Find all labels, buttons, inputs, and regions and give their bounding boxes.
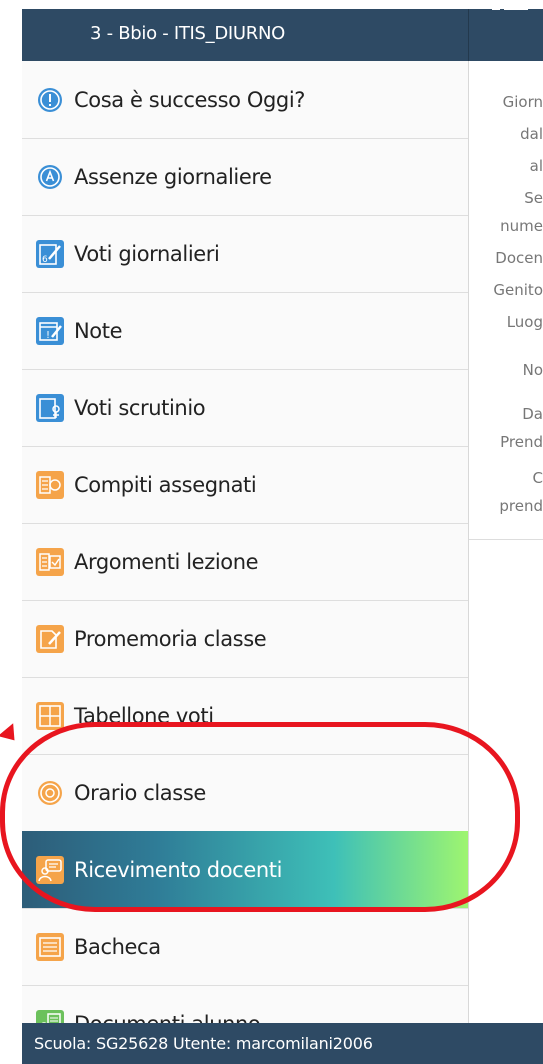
detail-label: nume <box>500 217 543 235</box>
noticeboard-icon <box>36 932 64 961</box>
menu-item-today[interactable]: Cosa è successo Oggi? <box>22 61 468 139</box>
sidebar-menu: Cosa è successo Oggi? Assenze giornalier… <box>22 61 469 1063</box>
homework-icon <box>36 470 64 499</box>
menu-item-daily-grades[interactable]: 6 Voti giornalieri <box>22 215 468 293</box>
detail-label: Genito <box>493 281 543 299</box>
scrutiny-icon <box>36 393 64 422</box>
grades-icon: 6 <box>36 239 64 268</box>
menu-item-label: Compiti assegnati <box>74 472 257 497</box>
detail-label: Docen <box>495 249 543 267</box>
lesson-topics-icon <box>36 547 64 576</box>
header-divider <box>468 9 469 61</box>
menu-item-notes[interactable]: ! Note <box>22 292 468 370</box>
footer-user-info: Scuola: SG25628 Utente: marcomilani2006 <box>34 1034 373 1053</box>
menu-item-label: Tabellone voti <box>74 703 214 728</box>
menu-item-label: Note <box>74 318 123 343</box>
menu-item-class-timetable[interactable]: Orario classe <box>22 754 468 832</box>
menu-item-label: Voti scrutinio <box>74 395 206 420</box>
detail-label: Giorn <box>502 93 543 111</box>
notes-icon: ! <box>36 316 64 345</box>
svg-text:6: 6 <box>42 255 48 265</box>
class-title: 3 - Bbio - ITIS_DIURNO <box>90 23 286 44</box>
detail-label: dal <box>520 125 543 143</box>
menu-item-absences[interactable]: Assenze giornaliere <box>22 138 468 216</box>
menu-item-label: Orario classe <box>74 780 206 805</box>
menu-item-label: Bacheca <box>74 934 161 959</box>
detail-label: al <box>529 157 543 175</box>
detail-label: prend <box>499 497 543 515</box>
hamburger-menu-icon[interactable] <box>492 0 528 22</box>
detail-label: Luog <box>506 313 543 331</box>
menu-item-lesson-topics[interactable]: Argomenti lezione <box>22 523 468 601</box>
menu-item-homework[interactable]: Compiti assegnati <box>22 446 468 524</box>
menu-item-label: Ricevimento docenti <box>74 857 283 882</box>
detail-label: Prend <box>500 433 543 451</box>
svg-text:!: ! <box>46 330 50 341</box>
detail-label: Se <box>524 189 543 207</box>
menu-item-label: Voti giornalieri <box>74 241 220 266</box>
menu-item-teacher-meetings[interactable]: Ricevimento docenti <box>22 831 468 909</box>
menu-item-scrutiny-grades[interactable]: Voti scrutinio <box>22 369 468 447</box>
grades-board-icon <box>36 701 64 730</box>
menu-item-class-reminder[interactable]: Promemoria classe <box>22 600 468 678</box>
menu-item-label: Cosa è successo Oggi? <box>74 87 306 112</box>
detail-label: C <box>532 469 543 487</box>
detail-label: No <box>522 361 543 379</box>
menu-item-label: Assenze giornaliere <box>74 164 272 189</box>
details-panel: Giorn dal al Se nume Docen Genito Luog N… <box>469 61 543 1023</box>
menu-item-label: Promemoria classe <box>74 626 267 651</box>
info-circle-icon <box>38 87 62 112</box>
annotation-arrow-icon <box>0 723 23 747</box>
menu-item-noticeboard[interactable]: Bacheca <box>22 908 468 986</box>
absence-circle-icon <box>38 164 62 189</box>
menu-item-grades-board[interactable]: Tabellone voti <box>22 677 468 755</box>
timetable-icon <box>38 780 62 805</box>
top-bar: 3 - Bbio - ITIS_DIURNO <box>22 9 543 61</box>
detail-label: Da <box>522 405 543 423</box>
footer-bar: Scuola: SG25628 Utente: marcomilani2006 <box>22 1023 543 1064</box>
teacher-meeting-icon <box>36 855 64 884</box>
reminder-icon <box>36 624 64 653</box>
panel-divider <box>469 539 543 540</box>
menu-item-label: Argomenti lezione <box>74 549 259 574</box>
